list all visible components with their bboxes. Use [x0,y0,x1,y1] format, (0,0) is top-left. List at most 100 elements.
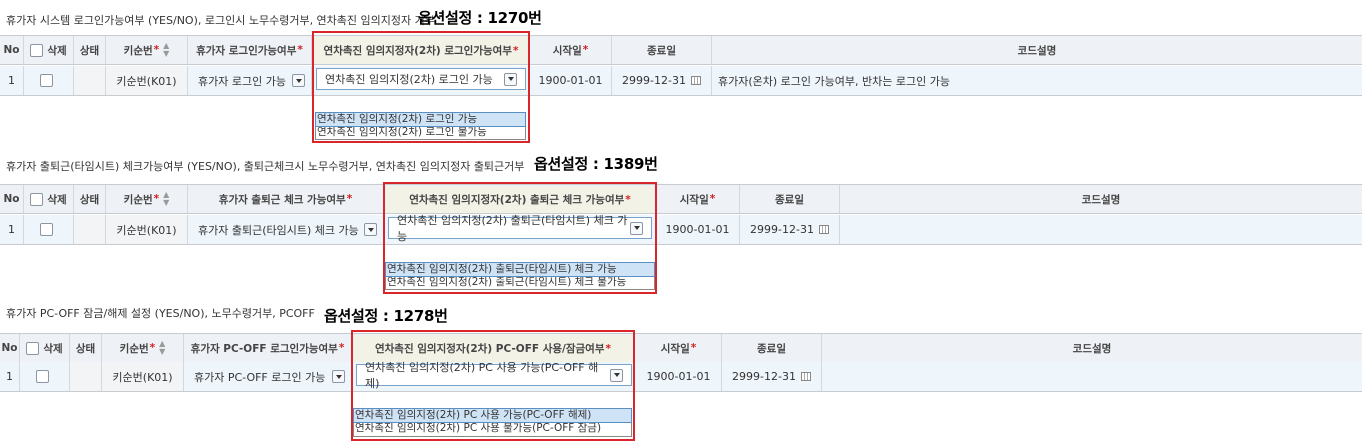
table-row[interactable]: 1 키순번(K01) 휴가자 PC-OFF 로그인 가능 1900-01-01 … [0,362,1362,392]
calendar-icon[interactable] [800,372,811,381]
required-mark: * [346,193,353,205]
grid-header: No 삭제 상태 키순번 * ▲ ▼ 휴가자 PC-OFF 로그인가능여부 * 시작일 *… [0,333,1362,363]
calendar-icon[interactable] [818,225,829,234]
header-start: 시작일 * [530,36,612,64]
chevron-down-icon[interactable] [292,74,305,87]
row-desc[interactable] [822,362,1362,391]
header-desc: 코드설명 [1017,44,1057,57]
row-delete [24,66,74,95]
sort-icon[interactable]: ▲ ▼ [163,42,169,58]
required-mark: * [153,193,160,205]
header-key-label: 키순번 [119,342,149,355]
row-col1-select[interactable]: 휴가자 로그인 가능 [188,66,312,95]
select-all-checkbox[interactable] [30,192,44,206]
select-all-checkbox[interactable] [30,43,44,57]
header-col1: 휴가자 출퇴근 체크 가능여부 * [188,185,384,213]
chevron-down-icon[interactable] [332,370,345,383]
section-pcoff: 휴가자 PC-OFF 잠금/해제 설정 (YES/NO), 노무수령거부, PC… [0,300,1362,446]
row-no: 1 [0,362,20,391]
header-no: No [0,334,20,362]
header-col1-label: 휴가자 PC-OFF 로그인가능여부 [190,342,338,355]
header-col1: 휴가자 PC-OFF 로그인가능여부 * [184,334,352,362]
row-checkbox[interactable] [40,74,53,87]
header-key[interactable]: 키순번 * ▲ ▼ [106,36,188,64]
select-all-checkbox[interactable] [26,341,40,355]
header-desc: 코드설명 [1072,342,1112,355]
header-start-label: 시작일 [679,193,709,206]
section-title: 휴가자 PC-OFF 잠금/해제 설정 (YES/NO), 노무수령거부, PC… [6,307,315,320]
row-start[interactable]: 1900-01-01 [656,215,740,244]
calendar-icon[interactable] [690,76,701,85]
section-login: 휴가자 시스템 로그인가능여부 (YES/NO), 로그인시 노무수령거부, 연… [0,0,1362,150]
header-status: 상태 [70,334,102,362]
row-start[interactable]: 1900-01-01 [636,362,722,391]
required-mark: * [582,44,589,56]
header-desc: 코드설명 [1081,193,1121,206]
highlight-box [351,330,635,441]
header-end: 종료일 [722,334,822,362]
header-start-label: 시작일 [552,44,582,57]
header-no: No [0,185,24,213]
row-status [74,215,106,244]
header-start-label: 시작일 [660,342,690,355]
row-desc[interactable]: 휴가자(온차) 로그인 가능여부, 반차는 로그인 가능 [712,66,1362,95]
select-wrap: 휴가자 PC-OFF 로그인 가능 [184,369,351,385]
row-delete [24,215,74,244]
header-col1: 휴가자 로그인가능여부 * [188,36,312,64]
grid-header: No 삭제 상태 키순번 * ▲ ▼ 휴가자 로그인가능여부 * 시작일 * 종료일 코드… [0,35,1362,65]
header-delete: 삭제 [24,36,74,64]
row-key: 키순번(K01) [106,66,188,95]
row-key: 키순번(K01) [106,215,188,244]
header-key-label: 키순번 [123,193,153,206]
highlight-box [312,31,530,143]
chevron-down-icon[interactable] [364,223,377,236]
sort-icon[interactable]: ▲ ▼ [163,191,169,207]
row-status [70,362,102,391]
row-start[interactable]: 1900-01-01 [530,66,612,95]
header-no: No [0,36,24,64]
select-wrap: 휴가자 출퇴근(타임시트) 체크 가능 [188,222,383,238]
row-col1-select[interactable]: 휴가자 PC-OFF 로그인 가능 [184,362,352,391]
header-key[interactable]: 키순번 * ▲ ▼ [106,185,188,213]
row-col1-select[interactable]: 휴가자 출퇴근(타임시트) 체크 가능 [188,215,384,244]
table-row[interactable]: 1 키순번(K01) 휴가자 로그인 가능 1900-01-01 2999-12… [0,66,1362,96]
row-no: 1 [0,66,24,95]
required-mark: * [338,342,345,354]
option-setting-label: 옵션설정 : 1270번 [418,9,542,27]
header-key[interactable]: 키순번 * ▲ ▼ [102,334,184,362]
select-value: 휴가자 PC-OFF 로그인 가능 [194,370,326,384]
highlight-box [383,182,657,294]
row-no: 1 [0,215,24,244]
row-end-value: 2999-12-31 [750,223,814,236]
header-end: 종료일 [740,185,840,213]
grid-header: No 삭제 상태 키순번 * ▲ ▼ 휴가자 출퇴근 체크 가능여부 * 시작일 * 종료… [0,184,1362,214]
table-row[interactable]: 1 키순번(K01) 휴가자 출퇴근(타임시트) 체크 가능 1900-01-0… [0,215,1362,245]
header-delete-label: 삭제 [43,342,63,355]
header-key-label: 키순번 [123,44,153,57]
required-mark: * [709,193,716,205]
select-wrap: 휴가자 로그인 가능 [188,73,311,89]
row-end-value: 2999-12-31 [732,370,796,383]
header-end: 종료일 [612,36,712,64]
sort-icon[interactable]: ▲ ▼ [159,340,165,356]
row-desc[interactable] [840,215,1362,244]
header-start: 시작일 * [636,334,722,362]
required-mark: * [690,342,697,354]
section-title: 휴가자 출퇴근(타임시트) 체크가능여부 (YES/NO), 출퇴근체크시 노무… [6,160,525,173]
header-delete-label: 삭제 [47,193,67,206]
row-delete [20,362,70,391]
header-delete: 삭제 [24,185,74,213]
row-end[interactable]: 2999-12-31 [612,66,712,95]
option-setting-label: 옵션설정 : 1389번 [534,155,658,173]
header-status: 상태 [74,185,106,213]
row-end[interactable]: 2999-12-31 [722,362,822,391]
row-checkbox[interactable] [40,223,53,236]
header-delete-label: 삭제 [47,44,67,57]
header-status: 상태 [74,36,106,64]
option-setting-label: 옵션설정 : 1278번 [324,307,448,325]
header-start: 시작일 * [656,185,740,213]
row-end-value: 2999-12-31 [622,74,686,87]
row-end[interactable]: 2999-12-31 [740,215,840,244]
row-checkbox[interactable] [36,370,49,383]
select-value: 휴가자 출퇴근(타임시트) 체크 가능 [198,223,359,237]
